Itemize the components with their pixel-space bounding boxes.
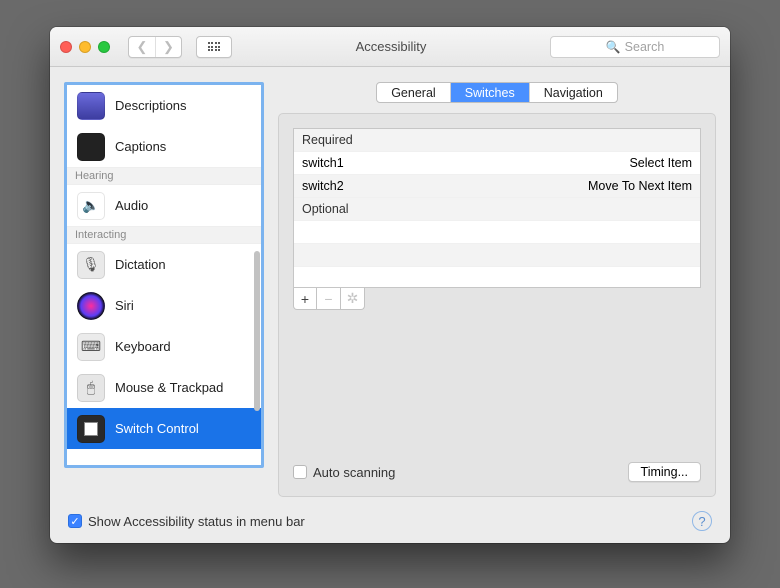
show-all-button[interactable]: [196, 36, 232, 58]
grid-icon: [208, 42, 221, 51]
sidebar: Descriptions Captions Hearing 🔈 Audio In…: [64, 82, 264, 468]
gear-icon: ✲: [347, 290, 359, 307]
status-menubar-checkbox[interactable]: ✓ Show Accessibility status in menu bar: [68, 514, 305, 529]
auto-scanning-checkbox[interactable]: Auto scanning: [293, 465, 395, 480]
search-placeholder: Search: [625, 40, 665, 54]
tab-general[interactable]: General: [377, 83, 449, 102]
table-row[interactable]: switch2 Move To Next Item: [294, 175, 700, 198]
switch-name: switch2: [302, 179, 344, 193]
table-row-empty: [294, 244, 700, 267]
nav-back-forward: ❮ ❯: [128, 36, 182, 58]
checkbox-box: [293, 465, 307, 479]
switch-control-icon: [77, 415, 105, 443]
descriptions-icon: [77, 92, 105, 120]
switches-panel: Required switch1 Select Item switch2 Mov…: [278, 113, 716, 497]
sidebar-item-label: Siri: [115, 298, 134, 313]
traffic-lights: [60, 41, 110, 53]
switches-table: Required switch1 Select Item switch2 Mov…: [293, 128, 701, 288]
tab-switches[interactable]: Switches: [450, 83, 529, 102]
checkbox-box: ✓: [68, 514, 82, 528]
sidebar-item-audio[interactable]: 🔈 Audio: [67, 185, 261, 226]
table-header-required: Required: [294, 129, 700, 152]
captions-icon: [77, 133, 105, 161]
window-title: Accessibility: [240, 39, 542, 54]
sidebar-item-siri[interactable]: Siri: [67, 285, 261, 326]
forward-button[interactable]: ❯: [155, 37, 181, 57]
switch-action: Select Item: [629, 156, 692, 170]
switch-name: switch1: [302, 156, 344, 170]
sidebar-item-label: Dictation: [115, 257, 166, 272]
back-button[interactable]: ❮: [129, 37, 155, 57]
sidebar-item-mouse-trackpad[interactable]: 🖱 Mouse & Trackpad: [67, 367, 261, 408]
preferences-window: ❮ ❯ Accessibility 🔍 Search Descriptions: [50, 27, 730, 543]
sidebar-category-interacting: Interacting: [67, 226, 261, 244]
table-row[interactable]: switch1 Select Item: [294, 152, 700, 175]
main-panel: General Switches Navigation Required swi…: [278, 82, 716, 497]
sidebar-item-dictation[interactable]: 🎙 Dictation: [67, 244, 261, 285]
remove-switch-button[interactable]: −: [317, 288, 341, 310]
tab-bar: General Switches Navigation: [376, 82, 618, 103]
tab-navigation[interactable]: Navigation: [529, 83, 617, 102]
add-switch-button[interactable]: +: [293, 288, 317, 310]
search-icon: 🔍: [606, 40, 621, 54]
close-button[interactable]: [60, 41, 72, 53]
sidebar-scrollbar[interactable]: [254, 251, 260, 411]
search-field[interactable]: 🔍 Search: [550, 36, 720, 58]
sidebar-item-keyboard[interactable]: ⌨ Keyboard: [67, 326, 261, 367]
dictation-icon: 🎙: [77, 251, 105, 279]
sidebar-item-label: Descriptions: [115, 98, 187, 113]
minimize-button[interactable]: [79, 41, 91, 53]
help-button[interactable]: ?: [692, 511, 712, 531]
checkbox-label: Auto scanning: [313, 465, 395, 480]
sidebar-category-hearing: Hearing: [67, 167, 261, 185]
table-header-optional: Optional: [294, 198, 700, 221]
audio-icon: 🔈: [77, 192, 105, 220]
timing-button[interactable]: Timing...: [628, 462, 701, 482]
sidebar-item-label: Keyboard: [115, 339, 171, 354]
mouse-icon: 🖱: [77, 374, 105, 402]
content-area: Descriptions Captions Hearing 🔈 Audio In…: [50, 67, 730, 505]
zoom-button[interactable]: [98, 41, 110, 53]
sidebar-item-label: Audio: [115, 198, 148, 213]
titlebar: ❮ ❯ Accessibility 🔍 Search: [50, 27, 730, 67]
footer: ✓ Show Accessibility status in menu bar …: [50, 505, 730, 543]
sidebar-item-switch-control[interactable]: Switch Control: [67, 408, 261, 449]
table-row-empty: [294, 221, 700, 244]
table-edit-bar: + − ✲: [293, 288, 701, 310]
checkbox-label: Show Accessibility status in menu bar: [88, 514, 305, 529]
sidebar-item-captions[interactable]: Captions: [67, 126, 261, 167]
table-row-empty: [294, 267, 700, 288]
sidebar-item-label: Captions: [115, 139, 166, 154]
keyboard-icon: ⌨: [77, 333, 105, 361]
switch-action: Move To Next Item: [588, 179, 692, 193]
siri-icon: [77, 292, 105, 320]
sidebar-item-label: Mouse & Trackpad: [115, 380, 223, 395]
sidebar-item-label: Switch Control: [115, 421, 199, 436]
sidebar-item-descriptions[interactable]: Descriptions: [67, 85, 261, 126]
switch-options-button[interactable]: ✲: [341, 288, 365, 310]
